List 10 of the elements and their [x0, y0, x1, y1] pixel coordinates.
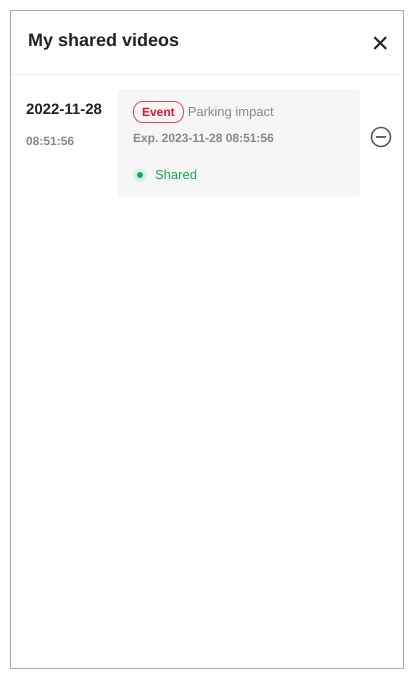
- video-card[interactable]: Event Parking impact Exp. 2023-11-28 08:51:56 Shared: [118, 89, 360, 196]
- close-button[interactable]: ×: [371, 29, 389, 59]
- event-description: Parking impact: [188, 103, 274, 122]
- dialog-title: My shared videos: [28, 29, 180, 52]
- time-text: 08:51:56: [26, 132, 76, 150]
- date-text: 2022-11-28: [26, 100, 103, 120]
- status-text: Shared: [155, 166, 197, 184]
- event-tag: Event: [133, 101, 184, 123]
- expiry-text: Exp. 2023-11-28 08:51:56: [133, 130, 275, 147]
- remove-button[interactable]: [370, 125, 392, 147]
